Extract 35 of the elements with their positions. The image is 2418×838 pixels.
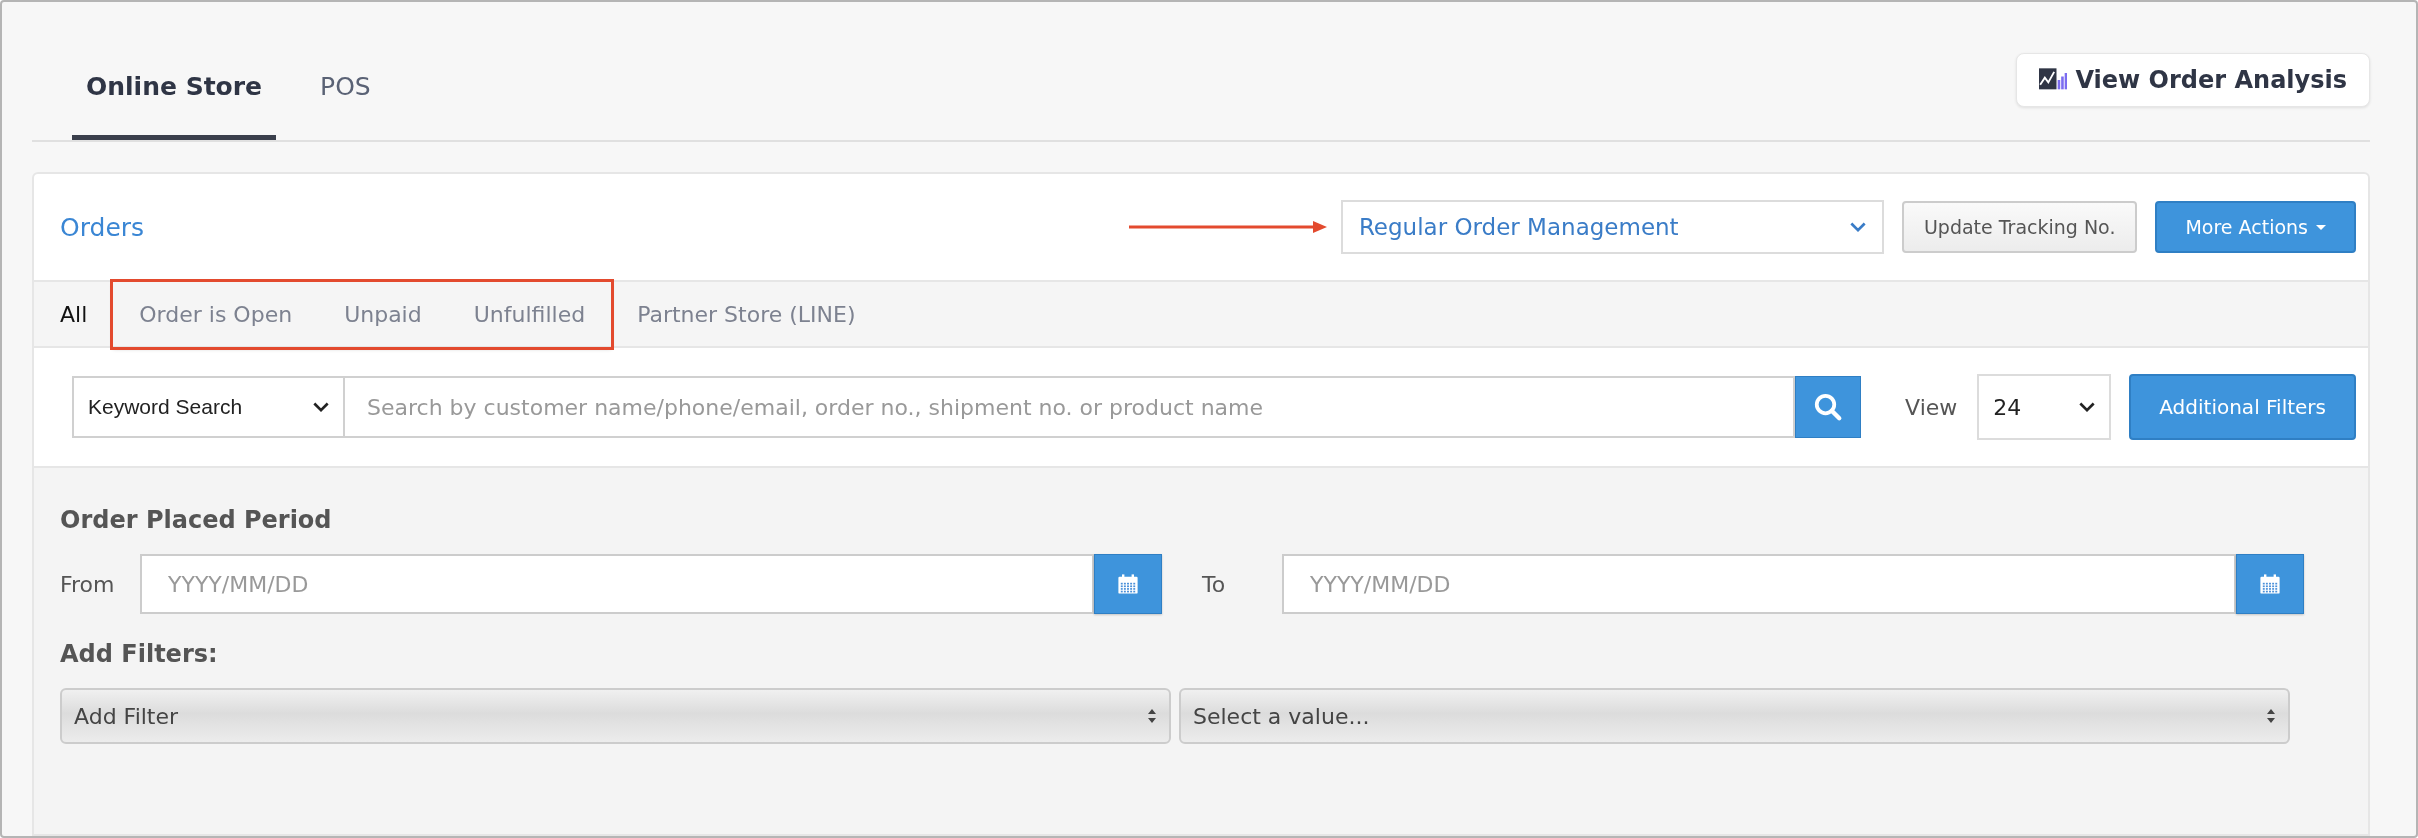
calendar-button[interactable] xyxy=(1094,554,1162,614)
calendar-icon xyxy=(2258,572,2282,596)
status-tab[interactable]: All xyxy=(60,291,114,337)
date-field[interactable]: YYYY/MM/DD xyxy=(140,554,1094,614)
tab[interactable]: Online Store xyxy=(72,72,277,140)
up-down-arrows-icon xyxy=(1147,708,1157,724)
filter-select[interactable]: Add Filter xyxy=(60,688,1171,744)
to-label: To xyxy=(1202,571,1227,597)
calendar-button[interactable] xyxy=(2236,554,2304,614)
filters-heading: Add Filters: xyxy=(60,640,219,668)
status-tab[interactable]: Order is Open xyxy=(113,291,319,337)
date-field[interactable]: YYYY/MM/DD xyxy=(1282,554,2236,614)
update-tracking-button[interactable]: Update Tracking No. xyxy=(1901,201,2138,253)
up-down-arrows-icon xyxy=(2266,708,2276,724)
calendar-icon xyxy=(1116,572,1140,596)
chevron-down-icon xyxy=(1849,221,1866,233)
chart-icon xyxy=(2039,68,2068,92)
status-tab[interactable]: Unpaid xyxy=(318,291,448,337)
from-label: From xyxy=(60,571,116,597)
status-tab[interactable]: Unfulfilled xyxy=(447,291,612,337)
value-select[interactable]: Select a value... xyxy=(1179,688,2290,744)
view-label: View xyxy=(1905,394,1958,420)
tab[interactable]: POS xyxy=(306,72,385,140)
search-type-select[interactable]: Keyword Search xyxy=(72,376,345,438)
search-icon xyxy=(1813,392,1844,422)
period-heading: Order Placed Period xyxy=(60,506,333,534)
order-mode-select[interactable]: Regular Order Management xyxy=(1340,200,1884,254)
chevron-down-icon xyxy=(313,401,329,413)
view-order-analysis-button[interactable]: View Order Analysis xyxy=(2016,53,2370,107)
search-button[interactable] xyxy=(1795,376,1862,438)
status-tab[interactable]: Partner Store (LINE) xyxy=(611,291,882,337)
chevron-down-icon xyxy=(2079,401,2096,413)
search-field[interactable]: Search by customer name/phone/email, order no., shipment no. or product name xyxy=(345,376,1796,438)
section-title: Orders xyxy=(60,212,146,242)
page-size-select[interactable]: 24 xyxy=(1977,374,2112,440)
